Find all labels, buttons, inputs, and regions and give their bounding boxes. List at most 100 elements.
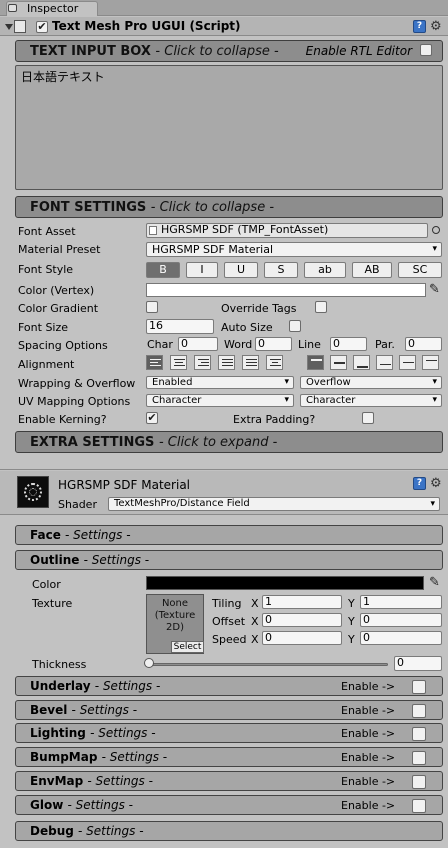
component-enabled-checkbox[interactable]: ✔: [36, 21, 48, 33]
thickness-label: Thickness: [32, 658, 87, 671]
font-size-field[interactable]: 16: [146, 319, 214, 334]
font-size-value: 16: [149, 319, 163, 332]
align-bottom-button[interactable]: [353, 355, 370, 370]
overflow-dropdown[interactable]: Overflow: [300, 376, 442, 389]
extra-padding-checkbox[interactable]: [362, 412, 374, 424]
glow-section-header[interactable]: Glow - Settings - Enable ->: [15, 795, 443, 815]
text-input-area[interactable]: 日本語テキスト: [15, 65, 443, 190]
lighting-enable-checkbox[interactable]: [412, 727, 426, 741]
uv-vertical-dropdown[interactable]: Character: [300, 394, 442, 407]
glow-title: Glow: [30, 798, 64, 812]
material-help-book-icon[interactable]: ?: [413, 477, 426, 490]
underlay-enable-checkbox[interactable]: [412, 680, 426, 694]
uv-mapping-label: UV Mapping Options: [18, 395, 131, 408]
font-style-bold-button[interactable]: B: [146, 262, 180, 278]
font-asset-field[interactable]: HGRSMP SDF (TMP_FontAsset): [146, 223, 428, 238]
component-foldout-icon[interactable]: [5, 24, 13, 30]
outline-texture-slot[interactable]: None (Texture 2D) Select: [146, 594, 204, 654]
align-baseline-button[interactable]: [376, 355, 393, 370]
lighting-section-header[interactable]: Lighting - Settings - Enable ->: [15, 723, 443, 743]
align-flush-button[interactable]: [242, 355, 259, 370]
auto-size-checkbox[interactable]: [289, 320, 301, 332]
font-settings-section-header[interactable]: FONT SETTINGS - Click to collapse -: [15, 196, 443, 218]
component-title: Text Mesh Pro UGUI (Script): [52, 19, 241, 33]
speed-y-value: 0: [363, 631, 370, 644]
uppercase-label: AB: [364, 263, 380, 276]
text-input-section-header[interactable]: TEXT INPUT BOX - Click to collapse - Ena…: [15, 40, 443, 62]
wrapping-overflow-label: Wrapping & Overflow: [18, 377, 136, 390]
vertex-color-swatch[interactable]: [146, 283, 426, 297]
envmap-enable-checkbox[interactable]: [412, 775, 426, 789]
vertex-color-label: Color (Vertex): [18, 284, 95, 297]
font-style-strikethrough-button[interactable]: S: [264, 262, 298, 278]
envmap-section-header[interactable]: EnvMap - Settings - Enable ->: [15, 771, 443, 791]
underlay-enable-label: Enable ->: [341, 680, 396, 693]
outline-color-swatch[interactable]: [146, 576, 424, 590]
object-picker-icon[interactable]: [432, 226, 440, 234]
align-capline-button[interactable]: [422, 355, 439, 370]
wrapping-dropdown[interactable]: Enabled: [146, 376, 294, 389]
glow-enable-checkbox[interactable]: [412, 799, 426, 813]
material-preset-value: HGRSMP SDF Material: [152, 243, 274, 256]
thickness-slider-handle[interactable]: [144, 658, 154, 668]
alignment-label: Alignment: [18, 358, 75, 371]
spacing-word-field[interactable]: 0: [255, 337, 292, 351]
outline-section-header[interactable]: Outline - Settings -: [15, 550, 443, 570]
font-style-italic-button[interactable]: I: [186, 262, 218, 278]
spacing-line-field[interactable]: 0: [330, 337, 367, 351]
tiling-x-value: 1: [265, 595, 272, 608]
align-left-button[interactable]: [146, 355, 163, 370]
align-top-button[interactable]: [307, 355, 324, 370]
enable-kerning-checkbox[interactable]: ✔: [146, 412, 158, 424]
texture-slot-text: None (Texture 2D): [154, 598, 196, 633]
outline-eyedropper-icon[interactable]: ✎: [429, 576, 441, 590]
material-preset-dropdown[interactable]: HGRSMP SDF Material: [146, 242, 442, 257]
script-icon: [14, 20, 26, 33]
font-style-smallcaps-button[interactable]: SC: [398, 262, 442, 278]
speed-y-field[interactable]: 0: [360, 631, 442, 645]
align-midline-button[interactable]: [399, 355, 416, 370]
enable-rtl-checkbox[interactable]: [420, 44, 432, 56]
align-geometry-center-button[interactable]: [266, 355, 283, 370]
extra-settings-section-header[interactable]: EXTRA SETTINGS - Click to expand -: [15, 431, 443, 453]
font-style-underline-button[interactable]: U: [224, 262, 258, 278]
bumpmap-enable-label: Enable ->: [341, 751, 396, 764]
underlay-section-header[interactable]: Underlay - Settings - Enable ->: [15, 676, 443, 696]
font-style-uppercase-button[interactable]: AB: [352, 262, 392, 278]
speed-x-field[interactable]: 0: [262, 631, 342, 645]
tiling-y-field[interactable]: 1: [360, 595, 442, 609]
align-right-button[interactable]: [194, 355, 211, 370]
offset-x-field[interactable]: 0: [262, 613, 342, 627]
spacing-word-label: Word: [224, 338, 253, 351]
align-middle-button[interactable]: [330, 355, 347, 370]
bevel-enable-checkbox[interactable]: [412, 704, 426, 718]
help-book-icon[interactable]: ?: [413, 20, 426, 33]
thickness-field[interactable]: 0: [394, 656, 442, 671]
tab-inspector[interactable]: Inspector: [6, 1, 98, 16]
align-center-button[interactable]: [170, 355, 187, 370]
speed-x-label: X: [251, 633, 259, 646]
align-justified-button[interactable]: [218, 355, 235, 370]
bumpmap-enable-checkbox[interactable]: [412, 751, 426, 765]
override-tags-checkbox[interactable]: [315, 301, 327, 313]
spacing-char-field[interactable]: 0: [178, 337, 218, 351]
texture-select-button[interactable]: Select: [171, 641, 204, 653]
thickness-slider-track[interactable]: [148, 663, 388, 666]
debug-section-header[interactable]: Debug - Settings -: [15, 821, 443, 841]
color-gradient-checkbox[interactable]: [146, 301, 158, 313]
bumpmap-section-header[interactable]: BumpMap - Settings - Enable ->: [15, 747, 443, 767]
material-gear-icon[interactable]: ⚙: [430, 477, 442, 490]
uv-horizontal-dropdown[interactable]: Character: [146, 394, 294, 407]
eyedropper-icon[interactable]: ✎: [429, 283, 441, 297]
extra-settings-expand: - Click to expand -: [158, 435, 278, 450]
font-settings-collapse: - Click to collapse -: [150, 200, 275, 215]
bevel-section-header[interactable]: Bevel - Settings - Enable ->: [15, 700, 443, 720]
gear-icon[interactable]: ⚙: [430, 20, 442, 33]
spacing-par-field[interactable]: 0: [405, 337, 442, 351]
font-style-lowercase-button[interactable]: ab: [304, 262, 346, 278]
tiling-x-field[interactable]: 1: [262, 595, 342, 609]
speed-label: Speed: [212, 633, 247, 646]
face-section-header[interactable]: Face - Settings -: [15, 525, 443, 545]
shader-dropdown[interactable]: TextMeshPro/Distance Field: [108, 497, 440, 511]
offset-y-field[interactable]: 0: [360, 613, 442, 627]
